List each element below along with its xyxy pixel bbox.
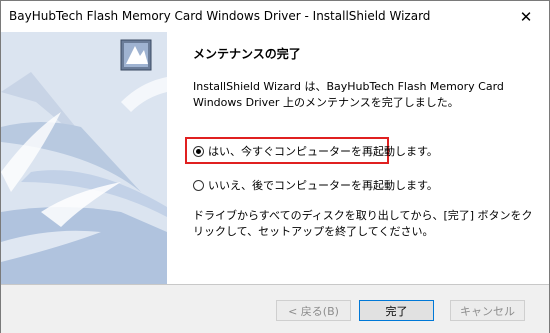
decorative-waves bbox=[1, 32, 167, 284]
wizard-content: メンテナンスの完了 InstallShield Wizard は、BayHubT… bbox=[167, 32, 549, 284]
completion-description: InstallShield Wizard は、BayHubTech Flash … bbox=[193, 80, 504, 109]
instruction-note: ドライブからすべてのディスクを取り出してから、[完了] ボタンをクリックして、セ… bbox=[193, 209, 533, 238]
close-icon: ✕ bbox=[519, 7, 533, 26]
finish-button[interactable]: 完了 bbox=[359, 300, 434, 321]
page-title: メンテナンスの完了 bbox=[193, 47, 301, 61]
button-bar: < 戻る(B) 完了 キャンセル bbox=[1, 284, 549, 333]
wizard-side-graphic bbox=[1, 32, 167, 284]
installer-icon bbox=[120, 39, 152, 71]
title-bar: BayHubTech Flash Memory Card Windows Dri… bbox=[1, 1, 549, 32]
radio-selected-icon[interactable] bbox=[193, 145, 204, 157]
installshield-window: BayHubTech Flash Memory Card Windows Dri… bbox=[0, 0, 550, 333]
cancel-button[interactable]: キャンセル bbox=[450, 300, 525, 321]
window-title: BayHubTech Flash Memory Card Windows Dri… bbox=[9, 9, 431, 23]
restart-now-radio[interactable]: はい、今すぐコンピューターを再起動します。 bbox=[193, 143, 438, 159]
close-button[interactable]: ✕ bbox=[503, 1, 549, 32]
restart-now-label[interactable]: はい、今すぐコンピューターを再起動します。 bbox=[208, 143, 438, 159]
back-button[interactable]: < 戻る(B) bbox=[276, 300, 351, 321]
restart-later-radio[interactable]: いいえ、後でコンピューターを再起動します。 bbox=[193, 177, 438, 193]
restart-later-label[interactable]: いいえ、後でコンピューターを再起動します。 bbox=[208, 177, 438, 193]
radio-unselected-icon[interactable] bbox=[193, 179, 204, 191]
